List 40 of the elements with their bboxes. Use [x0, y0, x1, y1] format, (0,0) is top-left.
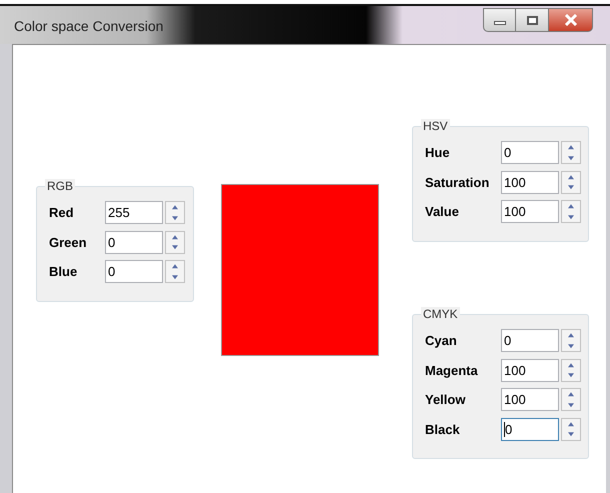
number-field[interactable]: 0 — [105, 230, 163, 254]
number-field[interactable]: 100 — [501, 358, 559, 382]
spin-buttons[interactable] — [165, 201, 185, 224]
number-field[interactable]: 0 — [501, 418, 559, 440]
minimize-icon — [494, 21, 506, 25]
spin-buttons[interactable] — [561, 418, 581, 440]
field-label: Saturation — [425, 174, 490, 190]
spin-buttons[interactable] — [561, 358, 581, 382]
number-field[interactable]: 0 — [501, 329, 559, 352]
number-field[interactable]: 0 — [105, 260, 163, 283]
close-button[interactable] — [549, 8, 593, 32]
number-field[interactable]: 0 — [501, 141, 559, 164]
spin-buttons[interactable] — [561, 200, 581, 223]
number-field[interactable]: 100 — [501, 388, 559, 411]
field-label: Cyan — [425, 333, 457, 349]
group-title: HSV — [421, 119, 450, 133]
maximize-button[interactable] — [516, 8, 549, 32]
spin-buttons[interactable] — [561, 170, 581, 194]
spin-buttons[interactable] — [561, 388, 581, 411]
spin-buttons[interactable] — [165, 260, 185, 283]
field-label: Magenta — [425, 362, 478, 378]
window-title: Color space Conversion — [14, 17, 164, 36]
field-label: Red — [49, 205, 74, 221]
minimize-button[interactable] — [483, 8, 516, 32]
number-field[interactable]: 255 — [105, 201, 163, 224]
spin-buttons[interactable] — [561, 141, 581, 164]
number-field[interactable]: 100 — [501, 170, 559, 194]
field-label: Black — [425, 422, 460, 438]
maximize-icon — [526, 16, 538, 24]
spin-buttons[interactable] — [165, 230, 185, 254]
field-label: Hue — [425, 145, 450, 161]
field-label: Blue — [49, 264, 78, 280]
spin-buttons[interactable] — [561, 329, 581, 352]
field-label: Green — [49, 234, 87, 250]
number-field[interactable]: 100 — [501, 200, 559, 223]
group-title: CMYK — [421, 307, 460, 321]
field-label: Yellow — [425, 392, 466, 408]
field-label: Value — [425, 204, 459, 220]
close-icon — [564, 14, 578, 26]
group-title: RGB — [45, 179, 76, 193]
